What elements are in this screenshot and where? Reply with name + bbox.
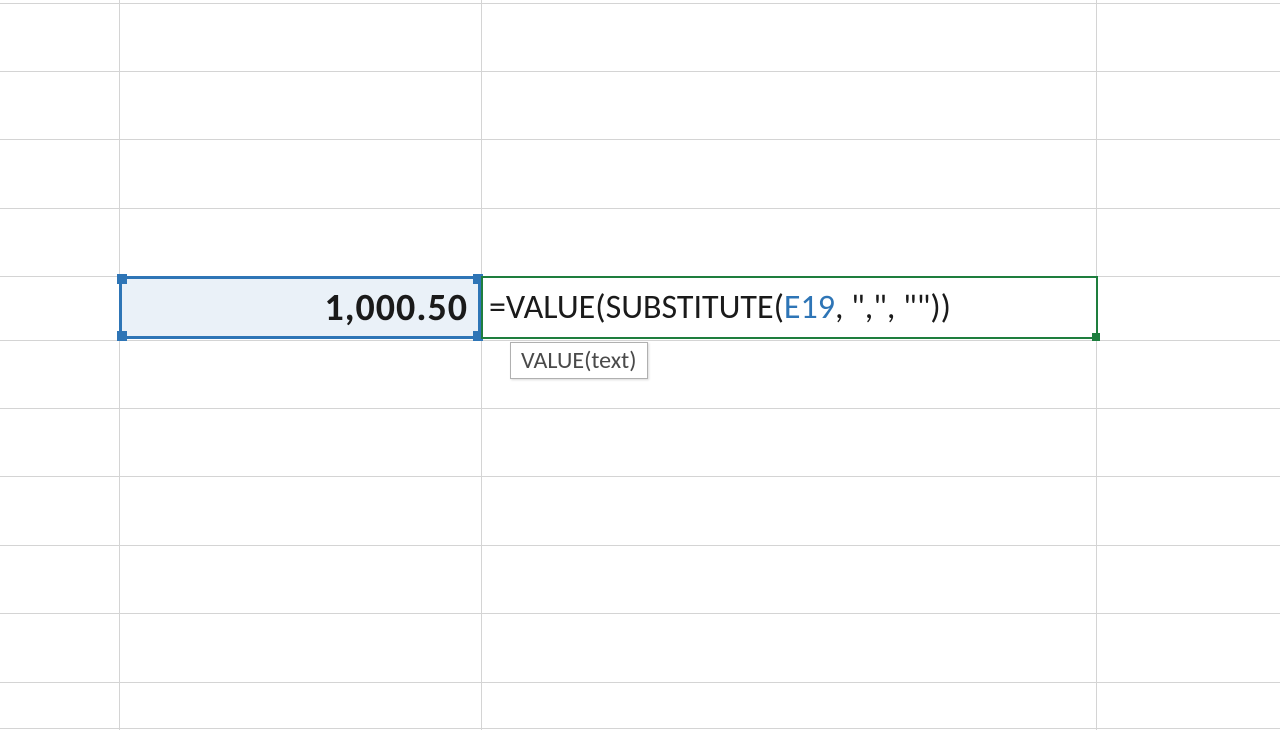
referenced-cell[interactable]: 1,000.50 (119, 276, 481, 339)
fill-handle-icon[interactable] (1092, 333, 1100, 341)
formula-text: =VALUE(SUBSTITUTE( (489, 287, 784, 328)
grid-line (0, 476, 1280, 477)
grid-line (0, 613, 1280, 614)
function-tooltip[interactable]: VALUE(text) (510, 342, 648, 379)
selection-handle-icon[interactable] (117, 331, 127, 341)
grid-line (0, 3, 1280, 4)
cell-value: 1,000.50 (324, 285, 468, 331)
grid-line (1096, 0, 1097, 730)
tooltip-text: VALUE(text) (521, 346, 637, 375)
formula-input[interactable]: =VALUE(SUBSTITUTE(E19, ",", "")) (489, 287, 951, 328)
selection-handle-icon[interactable] (117, 274, 127, 284)
grid-line (0, 340, 1280, 341)
grid-line (119, 0, 120, 730)
grid-line (0, 728, 1280, 729)
grid-line (0, 208, 1280, 209)
grid-line (0, 545, 1280, 546)
spreadsheet-grid: 1,000.50 =VALUE(SUBSTITUTE(E19, ",", "")… (0, 0, 1280, 730)
grid-line (0, 139, 1280, 140)
grid-line (481, 0, 482, 730)
grid-line (0, 682, 1280, 683)
active-cell[interactable]: =VALUE(SUBSTITUTE(E19, ",", "")) (481, 276, 1098, 339)
grid-line (0, 408, 1280, 409)
formula-reference: E19 (784, 287, 835, 328)
grid-line (0, 71, 1280, 72)
formula-text: , ",", "")) (835, 287, 951, 328)
